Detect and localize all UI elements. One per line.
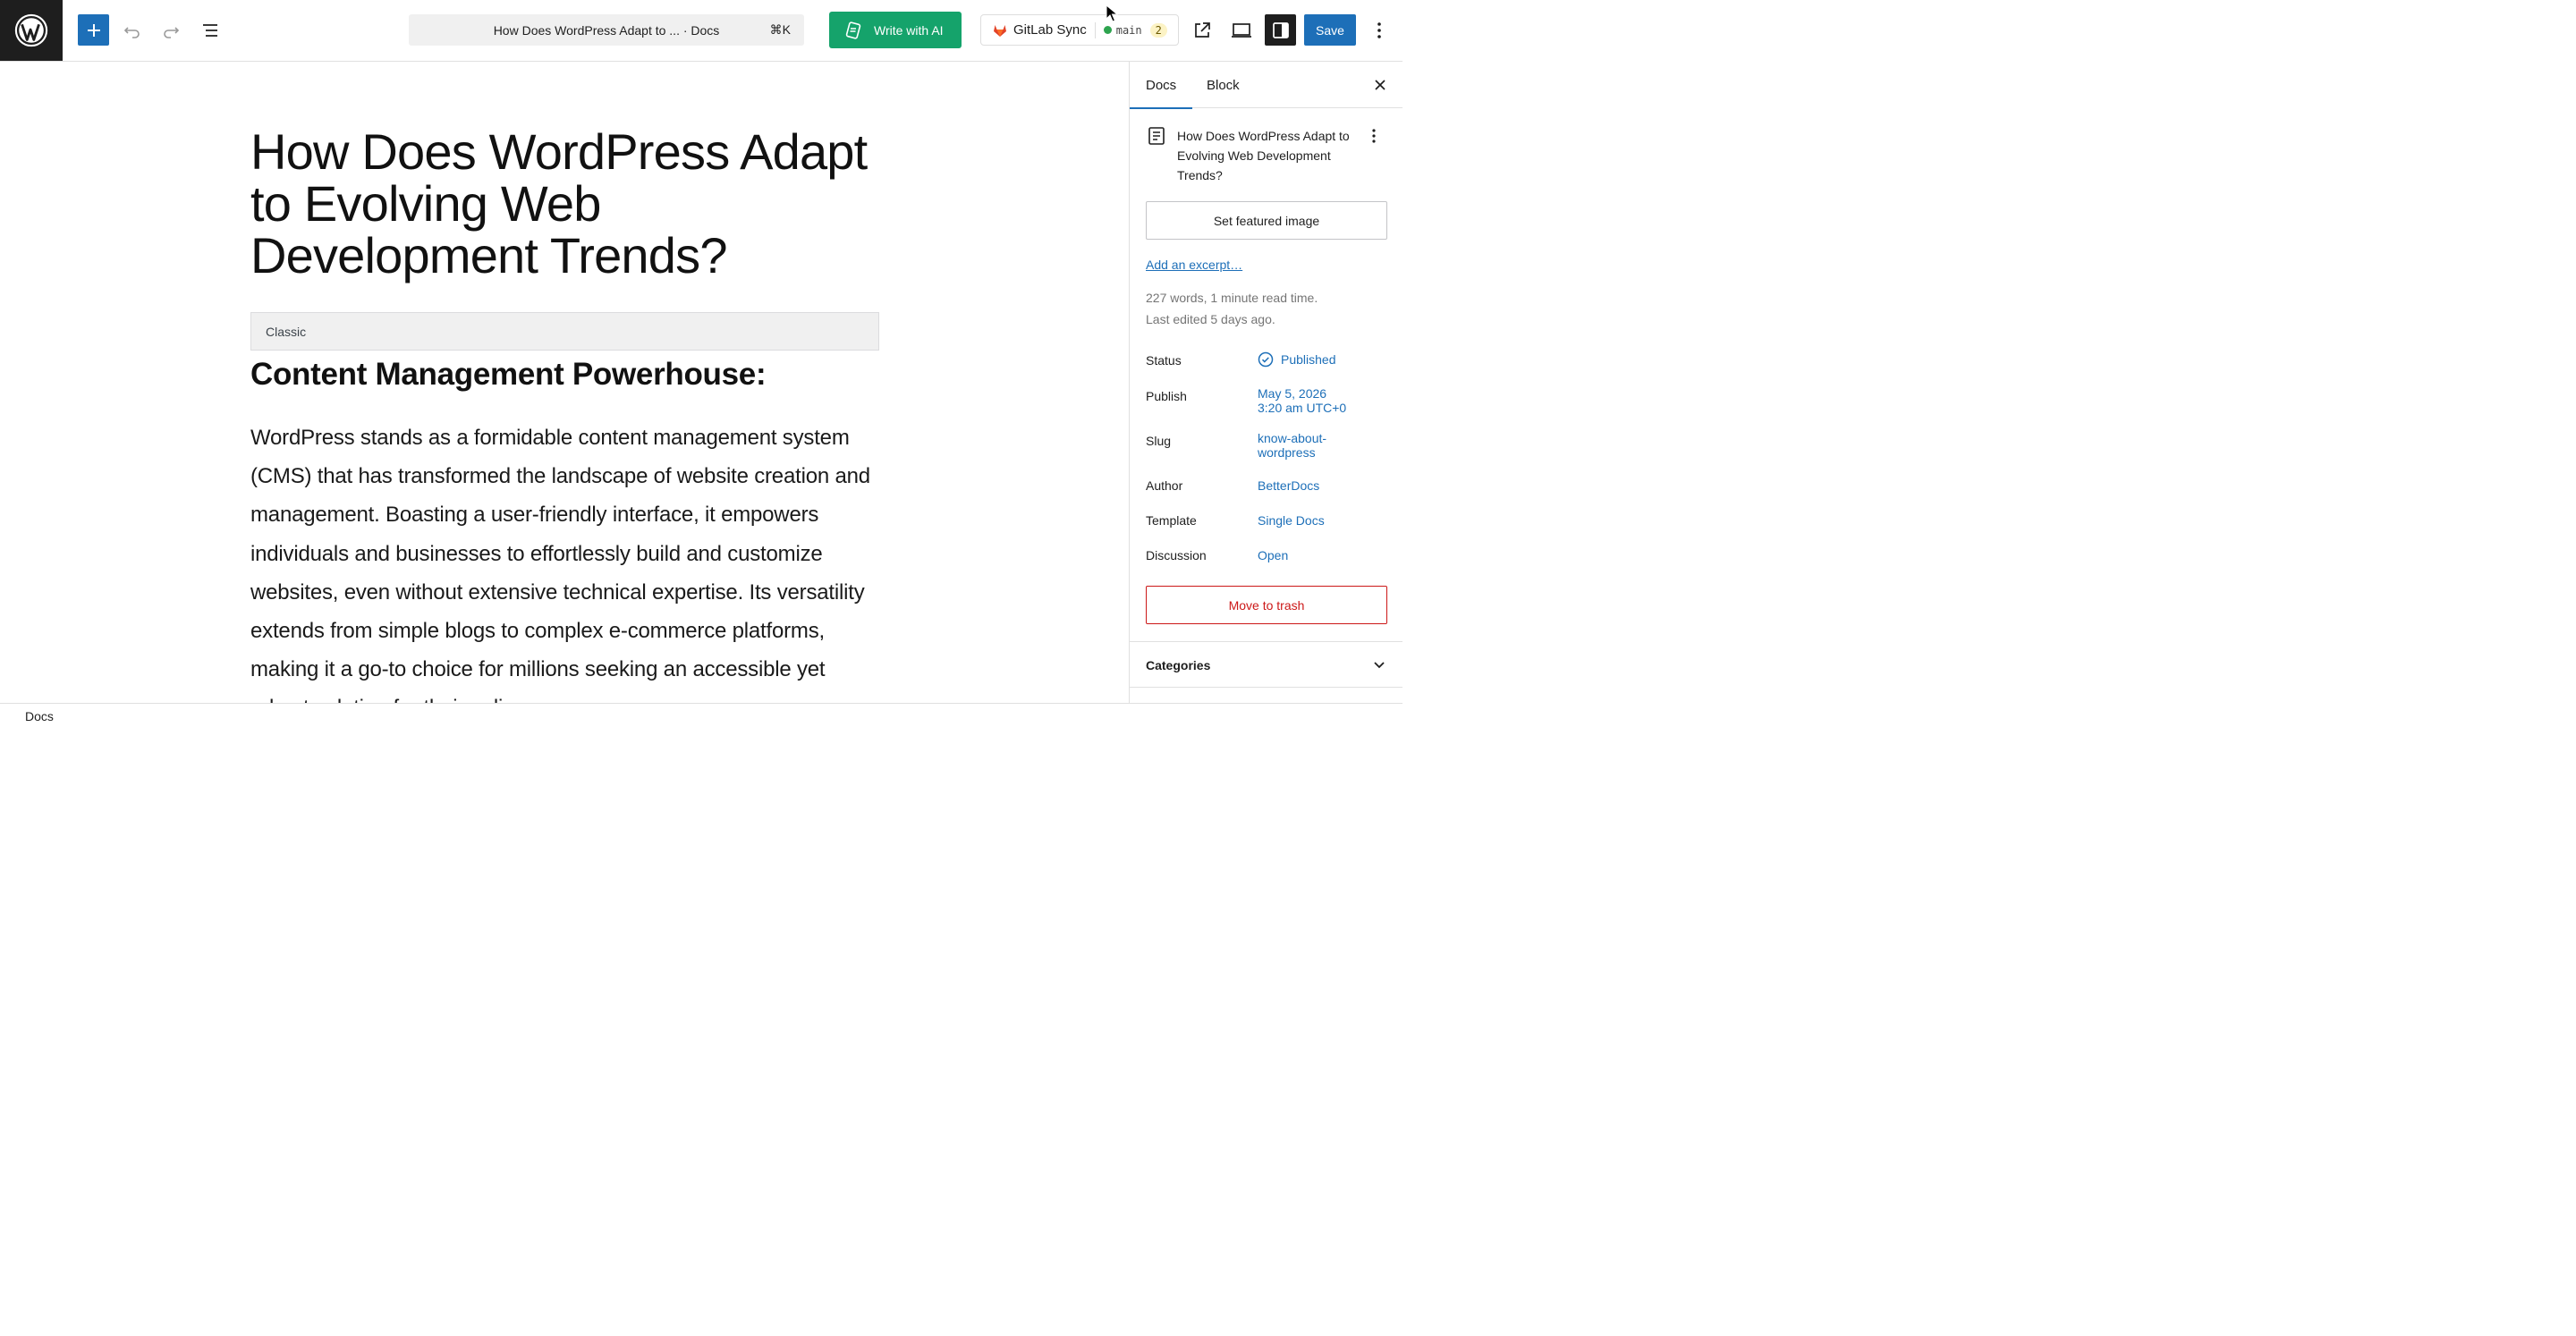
tab-block[interactable]: Block <box>1207 62 1240 108</box>
undo-icon <box>123 27 140 38</box>
section-heading[interactable]: Content Management Powerhouse: <box>250 357 767 393</box>
redo-icon <box>164 27 180 38</box>
command-bar-title: How Does WordPress Adapt to ... · Docs <box>493 22 720 38</box>
publish-time: 3:20 am UTC+0 <box>1258 401 1347 415</box>
move-to-trash-button[interactable]: Move to trash <box>1146 586 1387 624</box>
editor-canvas[interactable]: How Does WordPress Adapt to Evolving Web… <box>0 62 1129 703</box>
settings-sidebar-toggle[interactable] <box>1265 14 1296 46</box>
discussion-value-button[interactable]: Open <box>1258 548 1288 562</box>
status-value: Published <box>1281 352 1336 367</box>
author-label: Author <box>1146 478 1183 493</box>
set-featured-image-button[interactable]: Set featured image <box>1146 201 1387 240</box>
write-with-ai-button[interactable]: Write with AI <box>829 12 962 48</box>
add-block-button[interactable] <box>78 14 109 46</box>
close-sidebar-button[interactable] <box>1369 74 1391 96</box>
breadcrumb-item-docs[interactable]: Docs <box>25 709 54 723</box>
external-link-icon <box>1195 22 1210 38</box>
slug-button[interactable]: know-about- wordpress <box>1258 431 1326 460</box>
save-button[interactable]: Save <box>1304 14 1356 46</box>
classic-block-label: Classic <box>266 324 307 339</box>
status-value-button[interactable]: Published <box>1258 351 1336 368</box>
mouse-cursor-icon <box>1106 4 1118 22</box>
slug-line-2: wordpress <box>1258 445 1316 460</box>
document-title: How Does WordPress Adapt to Evolving Web… <box>1177 129 1350 182</box>
publish-date-button[interactable]: May 5, 2026 3:20 am UTC+0 <box>1258 386 1346 415</box>
desktop-preview-icon <box>1232 23 1251 38</box>
command-palette-bar[interactable]: How Does WordPress Adapt to ... · Docs ⌘… <box>409 14 804 46</box>
list-view-icon <box>203 24 217 37</box>
sidebar-tabs: Docs Block <box>1130 62 1402 109</box>
slug-line-1: know-about- <box>1258 431 1327 445</box>
categories-panel-toggle[interactable]: Categories <box>1130 641 1402 688</box>
view-post-button[interactable] <box>1188 15 1216 46</box>
publish-label: Publish <box>1146 389 1187 403</box>
branch-status-dot <box>1103 26 1112 34</box>
gitlab-sync-label: GitLab Sync <box>1013 22 1087 38</box>
wordpress-logo-button[interactable] <box>0 0 63 61</box>
wordpress-icon <box>14 13 48 47</box>
undo-button[interactable] <box>118 15 147 46</box>
document-overview-button[interactable] <box>196 15 225 46</box>
settings-sidebar: Docs Block How Does WordPress Adapt to E… <box>1129 62 1402 703</box>
template-label: Template <box>1146 513 1197 528</box>
redo-button[interactable] <box>157 15 185 46</box>
published-check-icon <box>1258 351 1274 368</box>
command-shortcut: ⌘K <box>769 22 791 37</box>
tab-docs[interactable]: Docs <box>1130 62 1193 109</box>
editor-header: How Does WordPress Adapt to ... · Docs ⌘… <box>0 0 1402 62</box>
gitlab-divider <box>1094 21 1096 38</box>
options-menu-button[interactable] <box>1365 15 1394 46</box>
document-icon <box>1148 127 1165 145</box>
classic-block-toolbar[interactable]: Classic <box>250 312 879 351</box>
gitlab-sync-button[interactable]: GitLab Sync main 2 <box>980 14 1179 46</box>
document-actions-button[interactable] <box>1371 128 1377 148</box>
discussion-label: Discussion <box>1146 548 1207 562</box>
categories-label: Categories <box>1146 658 1211 672</box>
slug-label: Slug <box>1146 434 1172 448</box>
preview-button[interactable] <box>1227 15 1256 46</box>
close-icon <box>1375 80 1385 90</box>
write-with-ai-label: Write with AI <box>874 22 944 38</box>
sidebar-icon <box>1272 21 1289 38</box>
publish-date: May 5, 2026 <box>1258 386 1327 401</box>
author-value-button[interactable]: BetterDocs <box>1258 478 1319 493</box>
template-value-button[interactable]: Single Docs <box>1258 513 1325 528</box>
branch-change-count: 2 <box>1149 22 1167 38</box>
add-excerpt-link[interactable]: Add an excerpt… <box>1146 258 1242 272</box>
branch-indicator: main 2 <box>1103 22 1167 38</box>
post-title[interactable]: How Does WordPress Adapt to Evolving Web… <box>250 126 877 282</box>
status-label: Status <box>1146 353 1182 368</box>
word-count: 227 words, 1 minute read time. <box>1146 291 1318 305</box>
body-paragraph[interactable]: WordPress stands as a formidable content… <box>250 419 886 703</box>
block-breadcrumb-bar: Docs <box>0 703 1402 727</box>
last-edited: Last edited 5 days ago. <box>1146 312 1275 326</box>
plus-icon <box>87 23 100 37</box>
chevron-down-icon <box>1374 662 1385 669</box>
more-vertical-icon <box>1372 129 1376 143</box>
more-vertical-icon <box>1377 22 1381 38</box>
branch-name: main <box>1115 23 1142 37</box>
ai-pen-icon <box>845 21 861 39</box>
gitlab-icon <box>994 24 1006 37</box>
